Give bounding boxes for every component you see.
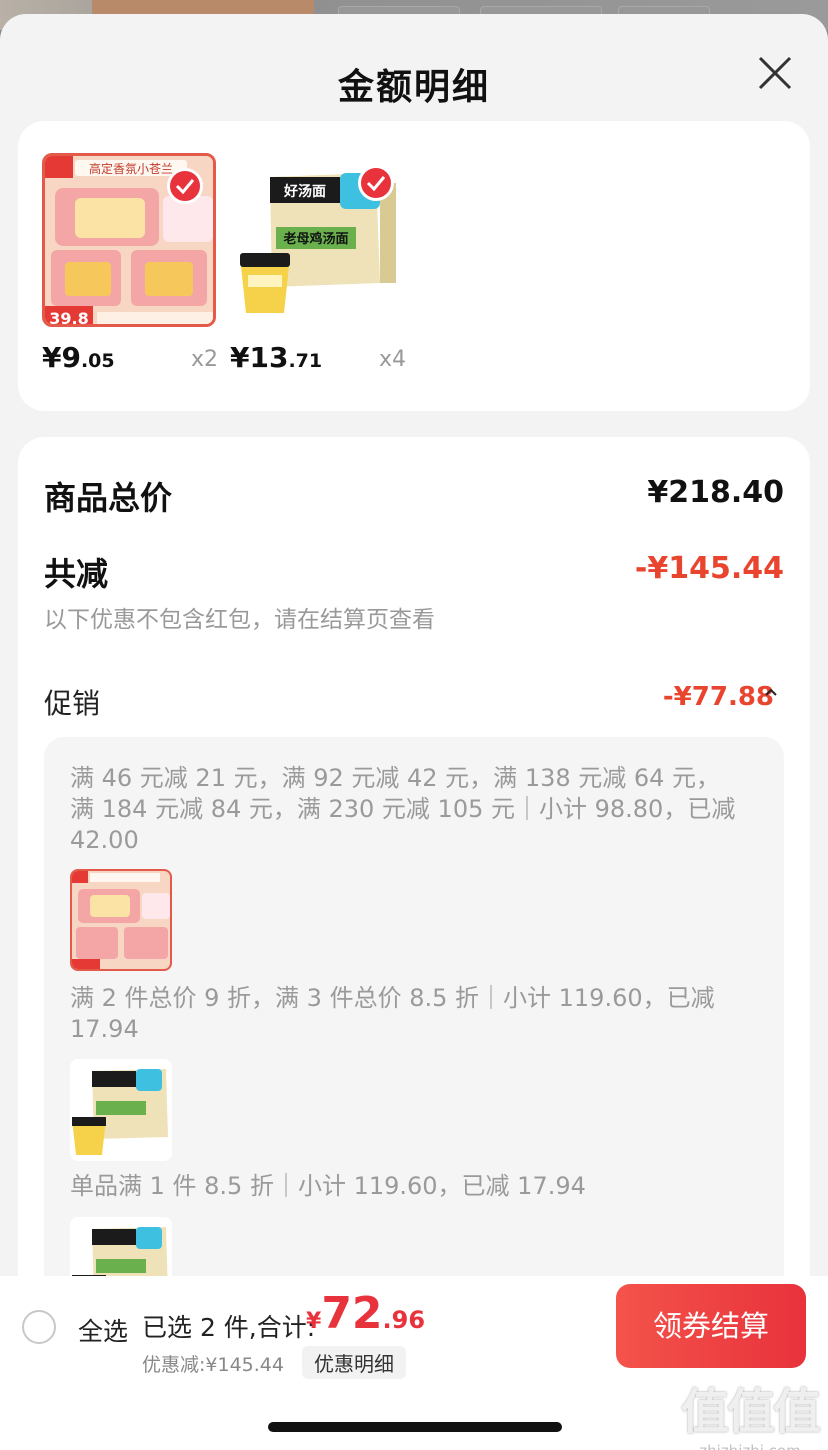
watermark-domain: zhizhizhi.com <box>676 1442 824 1450</box>
checked-badge[interactable] <box>167 168 203 204</box>
laundry-product-image <box>72 871 170 969</box>
thumb-brand: 好汤面 <box>283 183 326 200</box>
total-integer: 72 <box>321 1288 383 1339</box>
sheet-title: 金额明细 <box>337 67 490 108</box>
quantity: x2 <box>190 347 218 372</box>
thumb-caption: 老母鸡汤面 <box>282 231 348 247</box>
noodle-product-image <box>72 1069 168 1155</box>
product-thumbnail[interactable]: 高定香氛小苍兰 39.8 <box>42 153 216 327</box>
price-decimal: .05 <box>80 350 115 372</box>
check-icon <box>175 179 195 195</box>
watermark-logo: 值值值 <box>680 1384 821 1440</box>
selected-count: 已选 2 件,合计: <box>142 1313 316 1342</box>
goods-total-value: ¥218.40 <box>647 475 784 510</box>
price-row: ¥13.71 x4 <box>230 341 406 377</box>
select-all-label[interactable]: 全选 <box>78 1312 128 1348</box>
home-indicator <box>268 1422 562 1432</box>
products-card: 高定香氛小苍兰 39.8 ¥9.05 x2 好汤面 老母鸡汤面 ¥13.71 x… <box>18 121 810 411</box>
promo-rule: 满 2 件总价 9 折，满 3 件总价 8.5 折｜小计 119.60，已减 1… <box>70 984 715 1043</box>
price-decimal: .71 <box>288 350 323 372</box>
promo-value[interactable]: -¥77.88 <box>663 682 774 712</box>
amount-detail-sheet: 金额明细 高定香氛小苍兰 39.8 ¥9.05 x2 好汤面 老母鸡汤面 ¥13… <box>0 14 828 1450</box>
thumb-caption: 高定香氛小苍兰 <box>89 161 173 176</box>
checkout-button[interactable]: 领券结算 <box>616 1284 806 1368</box>
product-item[interactable]: 好汤面 老母鸡汤面 ¥13.71 x4 <box>224 153 414 383</box>
promo-product-thumbnail <box>70 1059 172 1161</box>
check-icon <box>366 176 386 192</box>
chevron-up-icon[interactable] <box>764 687 778 697</box>
total-decimal: .96 <box>382 1306 426 1334</box>
total-reduce-label: 共减 <box>44 555 109 593</box>
currency-symbol: ¥ <box>306 1309 322 1334</box>
total-reduce-value: -¥145.44 <box>634 551 784 586</box>
checked-badge[interactable] <box>358 165 394 201</box>
discount-amount: 优惠减:¥145.44 <box>142 1354 284 1376</box>
promo-label: 促销 <box>44 687 101 720</box>
quantity: x4 <box>378 347 406 372</box>
thumb-price-badge: 39.8 <box>49 309 88 327</box>
total-price: ¥72.96 <box>306 1288 425 1339</box>
price-integer: ¥9 <box>42 341 81 374</box>
select-all-radio[interactable] <box>22 1310 56 1344</box>
product-item[interactable]: 高定香氛小苍兰 39.8 ¥9.05 x2 <box>36 153 226 383</box>
product-thumbnail[interactable]: 好汤面 老母鸡汤面 <box>230 153 404 327</box>
promo-product-thumbnail <box>70 869 172 971</box>
promo-rule: 满 46 元减 21 元，满 92 元减 42 元，满 138 元减 64 元，… <box>70 764 736 854</box>
goods-total-label: 商品总价 <box>44 479 173 517</box>
unit-price: ¥13.71 <box>230 341 322 374</box>
price-integer: ¥13 <box>230 341 289 374</box>
price-row: ¥9.05 x2 <box>42 341 218 377</box>
unit-price: ¥9.05 <box>42 341 115 374</box>
promo-rule: 单品满 1 件 8.5 折｜小计 119.60，已减 17.94 <box>70 1172 586 1200</box>
discount-detail-button[interactable]: 优惠明细 <box>302 1346 406 1379</box>
site-watermark: 值值值 zhizhizhi.com <box>676 1372 824 1450</box>
close-icon[interactable] <box>752 50 798 96</box>
redpacket-note: 以下优惠不包含红包，请在结算页查看 <box>44 607 435 633</box>
